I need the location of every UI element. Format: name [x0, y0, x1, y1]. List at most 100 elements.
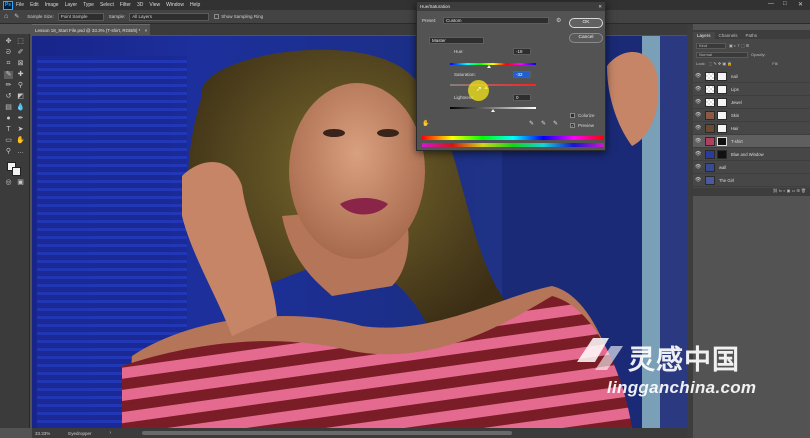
lasso-tool-icon[interactable]: ᘐ [4, 49, 13, 57]
home-icon[interactable]: ⌂ [4, 13, 8, 20]
move-tool-icon[interactable]: ✥ [4, 38, 13, 46]
visibility-eye-icon[interactable]: 👁 [695, 86, 701, 92]
visibility-eye-icon[interactable]: 👁 [695, 112, 701, 118]
layer-mask-thumbnail [717, 84, 727, 94]
tab-channels[interactable]: Channels [715, 32, 742, 39]
layer-row-skin[interactable]: 👁 Skin [693, 109, 810, 122]
colorize-checkbox[interactable] [570, 113, 575, 118]
menu-file[interactable]: File [16, 2, 24, 8]
background-color-swatch[interactable] [12, 167, 21, 176]
blend-mode-select[interactable]: Normal [696, 51, 748, 58]
menu-select[interactable]: Select [100, 2, 114, 8]
close-window-button[interactable]: ✕ [798, 1, 803, 8]
menu-window[interactable]: Window [166, 2, 184, 8]
marquee-tool-icon[interactable]: ⬚ [16, 38, 25, 46]
quick-select-tool-icon[interactable]: ✐ [16, 49, 25, 57]
layer-row-lips[interactable]: 👁 Lips [693, 83, 810, 96]
more-tools-icon[interactable]: … [16, 148, 25, 156]
menu-image[interactable]: Image [45, 2, 59, 8]
colorize-label: Colorize [578, 113, 595, 118]
layer-row-nail[interactable]: 👁 nail [693, 70, 810, 83]
targeted-adjustment-hand-icon[interactable]: ✋ [422, 120, 429, 127]
layer-row-blue-and-window[interactable]: 👁 Blue and Window [693, 148, 810, 161]
dialog-titlebar[interactable]: Hue/Saturation ✕ [417, 2, 605, 11]
lightness-slider-thumb[interactable] [491, 109, 495, 112]
visibility-eye-icon[interactable]: 👁 [695, 164, 701, 170]
eyedropper-tool-icon[interactable]: ✎ [14, 13, 19, 20]
eyedropper-icon[interactable]: ✎ [529, 120, 534, 127]
saturation-slider-track[interactable] [450, 84, 536, 86]
sample-size-select[interactable]: Point Sample [57, 12, 104, 21]
layer-row-jewel[interactable]: 👁 Jewel [693, 96, 810, 109]
show-sampling-ring-checkbox[interactable] [214, 14, 220, 19]
preset-gear-icon[interactable]: ⚙ [556, 17, 561, 24]
layers-panel-footer: ⛓ fx ◐ ▣ ▭ ⊞ 🗑 [693, 188, 810, 196]
visibility-eye-icon[interactable]: 👁 [695, 73, 701, 79]
shape-tool-icon[interactable]: ▭ [4, 137, 13, 145]
cancel-button[interactable]: Cancel [569, 33, 603, 43]
eyedropper-add-icon[interactable]: ✎ [541, 120, 546, 127]
maximize-button[interactable]: □ [783, 1, 787, 7]
eyedropper-tool-icon[interactable]: ✎ [4, 71, 13, 79]
document-tab[interactable]: Lesson 18_Start File.psd @ 33.3% (T-shir… [32, 24, 150, 35]
blur-tool-icon[interactable]: 💧 [16, 104, 25, 112]
layer-row-wall[interactable]: 👁 wall [693, 161, 810, 174]
visibility-eye-icon[interactable]: 👁 [695, 99, 701, 105]
tab-layers[interactable]: Layers [693, 32, 715, 39]
layer-name: Blue and Window [731, 151, 764, 157]
brush-tool-icon[interactable]: ✏ [4, 82, 13, 90]
fill-label: Fill: [772, 61, 779, 66]
menu-type[interactable]: Type [83, 2, 94, 8]
type-tool-icon[interactable]: T [4, 126, 13, 134]
minimize-button[interactable]: — [768, 1, 774, 7]
eraser-tool-icon[interactable]: ◩ [16, 93, 25, 101]
channel-select[interactable]: Master [429, 37, 484, 44]
ok-button[interactable]: OK [569, 18, 603, 28]
sample-select[interactable]: All Layers [129, 12, 210, 21]
crop-tool-icon[interactable]: ⌗ [4, 60, 13, 68]
layer-row-the-girl[interactable]: 👁 The Girl [693, 174, 810, 187]
menu-help[interactable]: Help [190, 2, 200, 8]
menu-view[interactable]: View [149, 2, 160, 8]
frame-tool-icon[interactable]: ⊠ [16, 60, 25, 68]
saturation-input[interactable]: -32 [513, 71, 531, 78]
history-brush-tool-icon[interactable]: ↺ [4, 93, 13, 101]
quick-mask-icon[interactable]: ◎ [4, 179, 13, 187]
horizontal-scrollbar[interactable] [142, 431, 512, 435]
filter-icons[interactable]: ▣ ◐ T ⬚ ⊞ [729, 43, 749, 48]
zoom-tool-icon[interactable]: ⚲ [4, 148, 13, 156]
gradient-tool-icon[interactable]: ▤ [4, 104, 13, 112]
hand-tool-icon[interactable]: ✋ [16, 137, 25, 145]
healing-brush-tool-icon[interactable]: ✚ [16, 71, 25, 79]
visibility-eye-icon[interactable]: 👁 [695, 177, 701, 183]
dodge-tool-icon[interactable]: ● [4, 115, 13, 123]
layer-thumbnail [705, 110, 715, 120]
dialog-close-icon[interactable]: ✕ [598, 4, 602, 10]
path-select-tool-icon[interactable]: ➤ [16, 126, 25, 134]
menu-3d[interactable]: 3D [137, 2, 143, 8]
layer-row-tshirt[interactable]: 👁 T-shirt [693, 135, 810, 148]
layer-filter-kind-select[interactable]: Kind [696, 42, 726, 49]
eyedropper-subtract-icon[interactable]: ✎ [553, 120, 558, 127]
layer-row-hair[interactable]: 👁 Hair [693, 122, 810, 135]
preview-checkbox[interactable]: ✓ [570, 123, 575, 128]
hue-slider-track[interactable] [450, 63, 536, 65]
visibility-eye-icon[interactable]: 👁 [695, 151, 701, 157]
tab-paths[interactable]: Paths [742, 32, 762, 39]
hue-input[interactable]: -18 [513, 48, 531, 55]
visibility-eye-icon[interactable]: 👁 [695, 138, 701, 144]
menu-edit[interactable]: Edit [30, 2, 39, 8]
zoom-level[interactable]: 33.33% [35, 431, 50, 436]
visibility-eye-icon[interactable]: 👁 [695, 125, 701, 131]
lock-icons[interactable]: ⬚ ✎ ✥ ▣ 🔒 [709, 61, 733, 66]
screen-mode-icon[interactable]: ▣ [16, 179, 25, 187]
status-arrow-icon[interactable]: › [110, 430, 112, 436]
clone-stamp-tool-icon[interactable]: ⚲ [16, 82, 25, 90]
document-tab-close-icon[interactable]: × [145, 28, 148, 33]
menu-layer[interactable]: Layer [65, 2, 78, 8]
lightness-input[interactable]: 0 [513, 94, 531, 101]
menu-filter[interactable]: Filter [120, 2, 131, 8]
pen-tool-icon[interactable]: ✒ [16, 115, 25, 123]
preset-select[interactable]: Custom [443, 17, 549, 24]
hue-slider-thumb[interactable] [486, 65, 491, 68]
